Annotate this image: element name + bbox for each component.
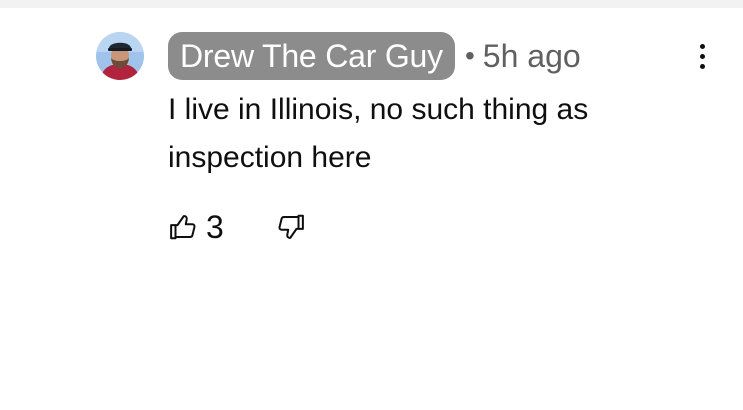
- more-vertical-icon-dot: [699, 63, 705, 69]
- author-name-badge[interactable]: Drew The Car Guy: [168, 32, 455, 80]
- more-vertical-icon-dot: [699, 43, 705, 49]
- more-options-button[interactable]: [688, 38, 716, 74]
- avatar[interactable]: [96, 32, 144, 80]
- like-button[interactable]: 3: [168, 209, 224, 246]
- separator-dot: •: [464, 40, 475, 71]
- like-count: 3: [206, 208, 224, 245]
- comment: Drew The Car Guy • 5h ago I live in Illi…: [0, 0, 743, 410]
- comment-timestamp: 5h ago: [482, 38, 581, 74]
- more-vertical-icon-dot: [699, 53, 705, 59]
- comment-text: I live in Illinois, no such thing as ins…: [168, 93, 589, 174]
- comment-header: Drew The Car Guy • 5h ago: [168, 32, 581, 80]
- thumbs-down-icon: [278, 214, 304, 239]
- avatar-image: [96, 32, 144, 80]
- thumbs-up-icon: [170, 215, 196, 240]
- comment-actions: 3: [168, 206, 306, 248]
- dislike-button[interactable]: [276, 212, 306, 242]
